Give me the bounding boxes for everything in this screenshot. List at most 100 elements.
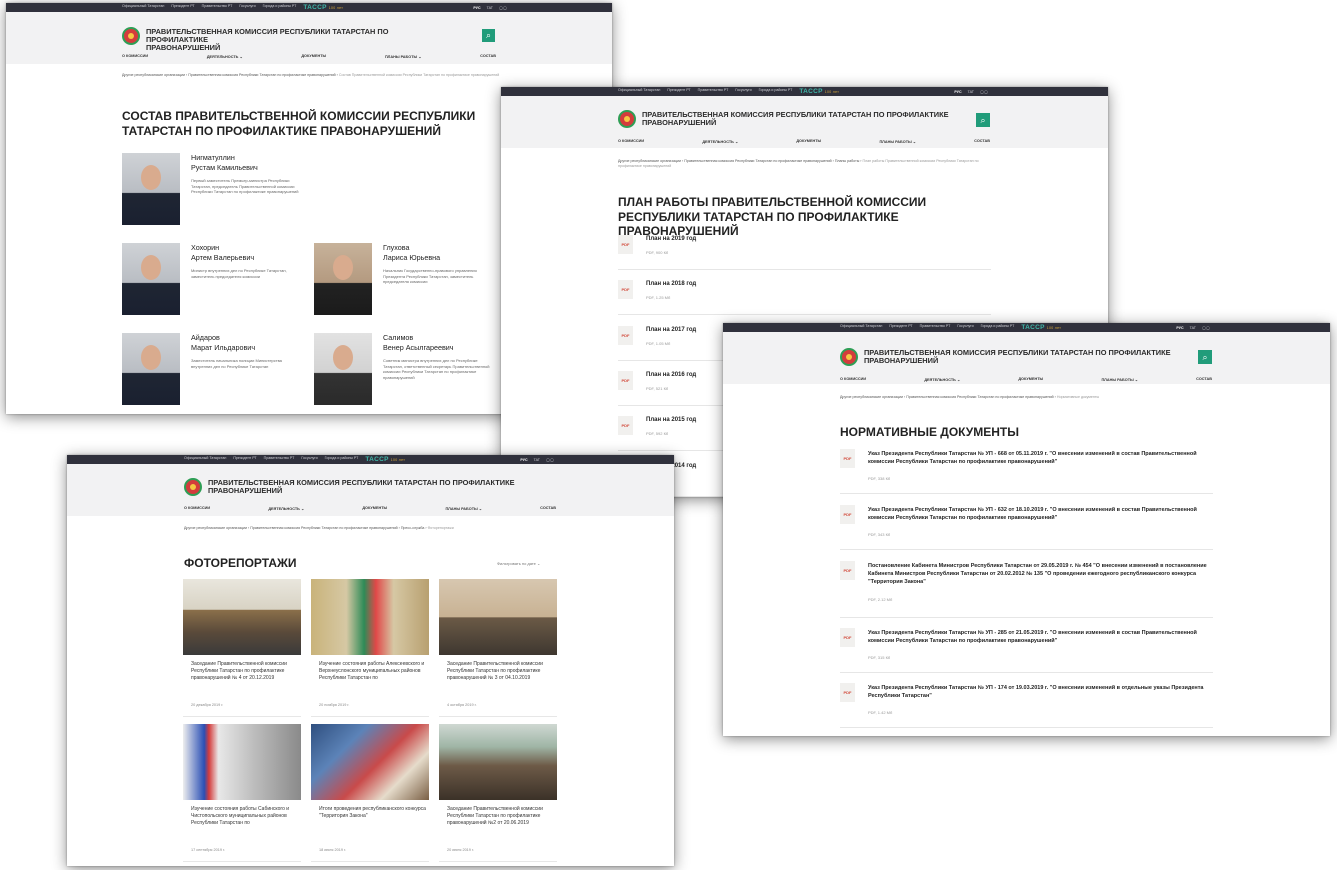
top-link[interactable]: Госуслуги [957,324,973,331]
commission-logo[interactable] [184,478,202,496]
menu-about[interactable]: О КОМИССИИ [840,377,866,382]
tassr-logo[interactable]: TAССР 100 лет [1021,324,1061,331]
document-title[interactable]: Указ Президента Республики Татарстан № У… [868,507,1213,523]
top-link[interactable]: Официальный Татарстан [618,88,660,95]
accessibility-icon[interactable]: ◯◯ [1202,326,1210,330]
menu-plans[interactable]: ПЛАНЫ РАБОТЫ ⌄ [879,139,916,144]
top-link[interactable]: Госуслуги [301,456,317,463]
lang-tat[interactable]: ТАТ [534,458,540,462]
menu-activity[interactable]: ДЕЯТЕЛЬНОСТЬ ⌄ [268,506,304,511]
menu-about[interactable]: О КОМИССИИ [618,139,644,144]
accessibility-icon[interactable]: ◯◯ [499,6,507,10]
commission-logo[interactable] [840,348,858,366]
top-link[interactable]: Города и районы РТ [325,456,359,463]
crumb-root[interactable]: Другие республиканские организации [122,73,185,77]
tassr-logo[interactable]: TAССР 100 лет [303,4,343,11]
crumb-root[interactable]: Другие республиканские организации [618,159,681,163]
search-button[interactable]: ⌕ [976,113,990,127]
member-card[interactable]: Нигматуллин Рустам Камильевич Первый заме… [122,153,322,229]
tassr-logo[interactable]: TAССР 100 лет [799,88,839,95]
document-title[interactable]: Указ Президента Республики Татарстан № У… [868,451,1213,467]
menu-about[interactable]: О КОМИССИИ [122,54,148,59]
menu-activity[interactable]: ДЕЯТЕЛЬНОСТЬ ⌄ [207,54,243,59]
member-card[interactable]: Глухова Лариса Юрьевна Начальник Государс… [314,243,494,319]
document-item[interactable]: PDF Указ Президента Республики Татарстан… [840,505,1213,550]
menu-docs[interactable]: ДОКУМЕНТЫ [301,54,326,59]
top-link[interactable]: Официальный Татарстан [122,4,164,11]
crumb-commission[interactable]: Правительственная комиссия Республики Та… [906,395,1053,399]
document-item[interactable]: PDF Постановление Кабинета Министров Рес… [840,561,1213,618]
menu-plans[interactable]: ПЛАНЫ РАБОТЫ ⌄ [445,506,482,511]
member-card[interactable]: Салимов Венер Асылгареевич Советник минис… [314,333,494,409]
top-link[interactable]: Президент РТ [171,4,194,11]
top-link[interactable]: Президент РТ [667,88,690,95]
document-item[interactable]: PDF Указ Президента Республики Татарстан… [840,449,1213,494]
crumb-press[interactable]: Пресс-служба [401,526,425,530]
lang-ru[interactable]: РУС [520,458,527,462]
top-link[interactable]: Официальный Татарстан [184,456,226,463]
accessibility-icon[interactable]: ◯◯ [546,458,554,462]
top-link[interactable]: Президент РТ [889,324,912,331]
menu-plans[interactable]: ПЛАНЫ РАБОТЫ ⌄ [385,54,422,59]
menu-activity[interactable]: ДЕЯТЕЛЬНОСТЬ ⌄ [702,139,738,144]
photo-report-tile[interactable]: Заседание Правительственной комиссии Рес… [439,724,557,862]
lang-tat[interactable]: ТАТ [487,6,493,10]
top-link[interactable]: Госуслуги [239,4,255,11]
plan-title[interactable]: План на 2015 год [646,416,696,425]
top-link[interactable]: Города и районы РТ [263,4,297,11]
top-link[interactable]: Правительство РТ [920,324,951,331]
document-title[interactable]: Постановление Кабинета Министров Республ… [868,563,1213,587]
menu-about[interactable]: О КОМИССИИ [184,506,210,511]
menu-docs[interactable]: ДОКУМЕНТЫ [1018,377,1043,382]
tassr-logo[interactable]: TAССР 100 лет [365,456,405,463]
menu-plans[interactable]: ПЛАНЫ РАБОТЫ ⌄ [1101,377,1138,382]
plan-item[interactable]: PDF План на 2018 год PDF, 1.25 Мб [618,280,991,315]
plan-title[interactable]: План на 2019 год [646,235,696,244]
lang-tat[interactable]: ТАТ [968,90,974,94]
top-link[interactable]: Президент РТ [233,456,256,463]
document-title[interactable]: Указ Президента Республики Татарстан № У… [868,630,1213,646]
menu-activity[interactable]: ДЕЯТЕЛЬНОСТЬ ⌄ [924,377,960,382]
lang-ru[interactable]: РУС [1176,326,1183,330]
photo-report-title[interactable]: Заседание Правительственной комиссии Рес… [191,661,299,681]
menu-members[interactable]: СОСТАВ [974,139,990,144]
menu-members[interactable]: СОСТАВ [480,54,496,59]
document-item[interactable]: PDF Указ Президента Республики Татарстан… [840,683,1213,728]
top-link[interactable]: Правительство РТ [698,88,729,95]
photo-report-tile[interactable]: Изучение состояния работы Алексеевского … [311,579,429,717]
photo-report-title[interactable]: Изучение состояния работы Сабинского и Ч… [191,806,299,826]
member-card[interactable]: Хохорин Артем Валерьевич Министр внутренн… [122,243,302,319]
document-item[interactable]: PDF Указ Президента Республики Татарстан… [840,628,1213,673]
top-link[interactable]: Города и районы РТ [981,324,1015,331]
commission-logo[interactable] [122,27,140,45]
photo-report-tile[interactable]: Заседание Правительственной комиссии Рес… [183,579,301,717]
menu-docs[interactable]: ДОКУМЕНТЫ [362,506,387,511]
plan-title[interactable]: План на 2016 год [646,371,696,380]
photo-report-tile[interactable]: Заседание Правительственной комиссии Рес… [439,579,557,717]
top-link[interactable]: Госуслуги [735,88,751,95]
site-title[interactable]: ПРАВИТЕЛЬСТВЕННАЯ КОМИССИЯ РЕСПУБЛИКИ ТА… [642,111,952,127]
photo-report-title[interactable]: Итоги проведения республиканского конкур… [319,806,427,820]
lang-ru[interactable]: РУС [954,90,961,94]
crumb-root[interactable]: Другие республиканские организации [840,395,903,399]
top-link[interactable]: Правительство РТ [264,456,295,463]
photo-report-tile[interactable]: Изучение состояния работы Сабинского и Ч… [183,724,301,862]
member-card[interactable]: Айдаров Марат Ильдарович Заместитель нача… [122,333,302,409]
search-button[interactable]: ⌕ [1198,350,1212,364]
plan-item[interactable]: PDF План на 2019 год PDF, 900 Кб [618,235,991,270]
crumb-root[interactable]: Другие республиканские организации [184,526,247,530]
photo-report-title[interactable]: Заседание Правительственной комиссии Рес… [447,806,555,826]
crumb-plans[interactable]: Планы работы [835,159,859,163]
menu-members[interactable]: СОСТАВ [540,506,556,511]
site-title[interactable]: ПРАВИТЕЛЬСТВЕННАЯ КОМИССИЯ РЕСПУБЛИКИ ТА… [208,479,518,495]
document-title[interactable]: Указ Президента Республики Татарстан № У… [868,685,1213,701]
plan-title[interactable]: План на 2017 год [646,326,696,335]
menu-members[interactable]: СОСТАВ [1196,377,1212,382]
photo-report-title[interactable]: Заседание Правительственной комиссии Рес… [447,661,555,681]
commission-logo[interactable] [618,110,636,128]
search-button[interactable]: ⌕ [482,29,495,42]
site-title[interactable]: ПРАВИТЕЛЬСТВЕННАЯ КОМИССИЯ РЕСПУБЛИКИ ТА… [146,28,446,51]
crumb-commission[interactable]: Правительственная комиссия Республики Та… [250,526,397,530]
photo-report-tile[interactable]: Итоги проведения республиканского конкур… [311,724,429,862]
accessibility-icon[interactable]: ◯◯ [980,90,988,94]
